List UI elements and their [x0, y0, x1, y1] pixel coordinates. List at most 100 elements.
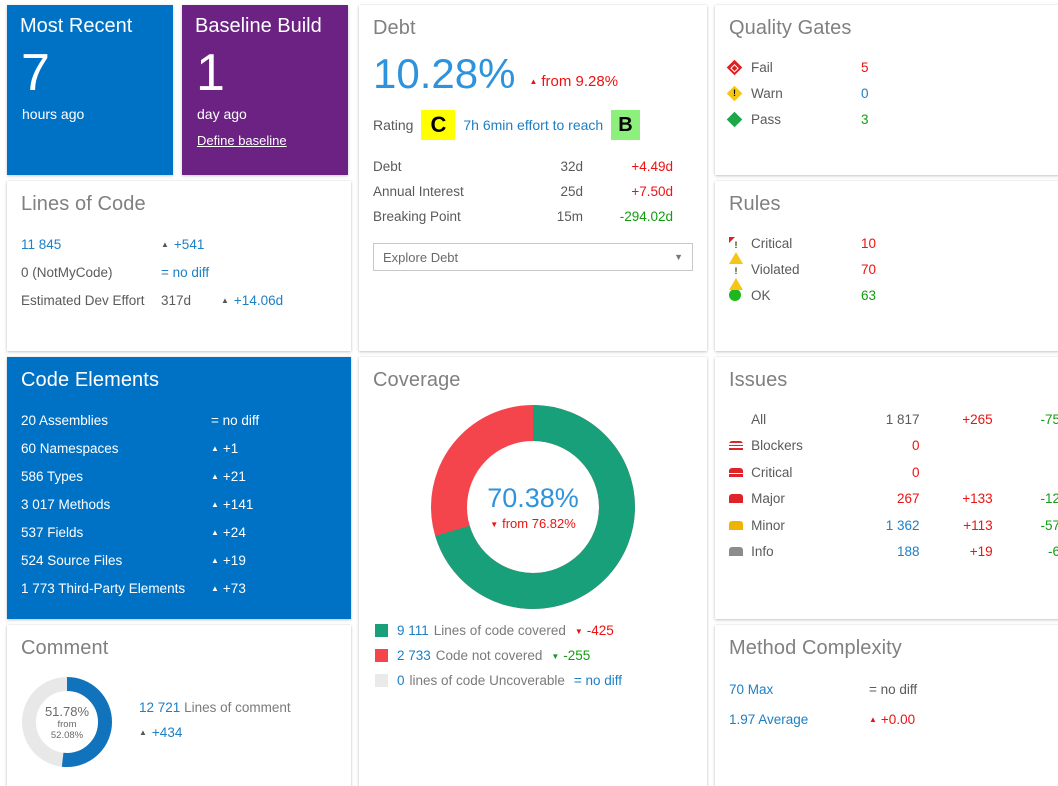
baseline-build-value: 1: [182, 38, 348, 99]
comment-lines-count[interactable]: 12 721: [139, 700, 180, 715]
issues-count[interactable]: 1 817: [852, 412, 919, 427]
rating-current-badge: C: [421, 110, 455, 140]
comment-delta: +434: [139, 725, 291, 740]
comment-body: 51.78% from 52.08% 12 721 Lines of comme…: [7, 660, 351, 770]
legend-swatch-uncoverable-icon: [375, 674, 388, 687]
loc-total-value[interactable]: 11 845: [21, 237, 161, 252]
quality-gate-label: Warn: [751, 86, 861, 101]
issues-count[interactable]: 1 362: [852, 518, 919, 533]
table-row[interactable]: Blockers 0: [729, 433, 1058, 460]
code-element-delta: +24: [211, 525, 246, 540]
table-row[interactable]: ! Violated 70: [729, 256, 1058, 282]
quality-gate-value[interactable]: 5: [861, 60, 905, 75]
explore-debt-dropdown[interactable]: Explore Debt ▼: [373, 243, 693, 271]
table-row[interactable]: 1.97 Average +0.00: [729, 704, 1046, 734]
code-element-label[interactable]: 586 Types: [21, 469, 211, 484]
legend-covered-count[interactable]: 9 111: [397, 623, 429, 638]
quality-gate-label: Fail: [751, 60, 861, 75]
table-row[interactable]: ! Warn 0: [729, 80, 1058, 106]
legend-notcovered-count[interactable]: 2 733: [397, 648, 431, 663]
debt-card: Debt 10.28% from 9.28% Rating C 7h 6min …: [359, 5, 707, 351]
most-recent-title: Most Recent: [7, 5, 173, 38]
ok-circle-icon: [729, 289, 751, 301]
lines-of-code-card: Lines of Code 11 845 +541 0 (NotMyCode) …: [7, 181, 351, 351]
most-recent-unit: hours ago: [7, 99, 173, 122]
explore-debt-label: Explore Debt: [383, 250, 458, 265]
table-row[interactable]: Breaking Point 15m -294.02d: [373, 204, 693, 229]
method-complexity-title: Method Complexity: [715, 625, 1058, 660]
table-row[interactable]: 537 Fields +24: [21, 518, 337, 546]
comment-lines-row[interactable]: 12 721 Lines of comment: [139, 700, 291, 715]
comment-percent: 51.78%: [45, 704, 89, 719]
code-element-label[interactable]: 1 773 Third-Party Elements: [21, 581, 211, 596]
table-row[interactable]: ! Critical 10: [729, 230, 1058, 256]
table-row[interactable]: 70 Max no diff: [729, 674, 1046, 704]
debt-row-delta: +4.49d: [583, 159, 673, 174]
table-row[interactable]: Info 188 +19 -6: [729, 539, 1058, 566]
table-row[interactable]: 3 017 Methods +141: [21, 490, 337, 518]
issues-count[interactable]: 0: [852, 465, 919, 480]
coverage-donut-chart[interactable]: 70.38% from 76.82%: [359, 392, 707, 610]
table-row[interactable]: 20 Assemblies no diff: [21, 406, 337, 434]
table-row[interactable]: Major 267 +133 -12: [729, 486, 1058, 513]
comment-donut-chart[interactable]: 51.78% from 52.08%: [19, 674, 115, 770]
table-row[interactable]: 586 Types +21: [21, 462, 337, 490]
table-row[interactable]: Debt 32d +4.49d: [373, 154, 693, 179]
table-row[interactable]: 524 Source Files +19: [21, 546, 337, 574]
code-element-label[interactable]: 3 017 Methods: [21, 497, 211, 512]
issues-count[interactable]: 188: [852, 544, 919, 559]
comment-title: Comment: [7, 625, 351, 660]
issues-count[interactable]: 267: [852, 491, 919, 506]
code-element-label[interactable]: 60 Namespaces: [21, 441, 211, 456]
define-baseline-link[interactable]: Define baseline: [182, 122, 287, 148]
list-item[interactable]: 2 733 Code not covered -255: [375, 643, 707, 668]
rules-title: Rules: [715, 181, 1058, 216]
rules-value[interactable]: 10: [861, 236, 905, 251]
complexity-max-delta: no diff: [869, 682, 917, 697]
lines-of-code-rows: 11 845 +541 0 (NotMyCode) no diff Estima…: [7, 216, 351, 314]
issues-card: Issues All 1 817 +265 -75 Blockers 0: [715, 357, 1058, 619]
legend-swatch-covered-icon: [375, 624, 388, 637]
issues-count[interactable]: 0: [852, 438, 919, 453]
table-row[interactable]: Fail 5: [729, 54, 1058, 80]
table-row[interactable]: Annual Interest 25d +7.50d: [373, 179, 693, 204]
table-row[interactable]: 1 773 Third-Party Elements +73: [21, 574, 337, 602]
table-row[interactable]: All 1 817 +265 -75: [729, 406, 1058, 433]
rules-label: Critical: [751, 236, 861, 251]
table-row[interactable]: Estimated Dev Effort 317d +14.06d: [21, 286, 337, 314]
code-element-label[interactable]: 20 Assemblies: [21, 413, 211, 428]
table-row[interactable]: 11 845 +541: [21, 230, 337, 258]
debt-row-label: Breaking Point: [373, 209, 528, 224]
table-row[interactable]: OK 63: [729, 282, 1058, 308]
rules-value[interactable]: 70: [861, 262, 905, 277]
rules-value[interactable]: 63: [861, 288, 905, 303]
chevron-down-icon: ▼: [674, 252, 683, 262]
issues-added: +133: [920, 491, 993, 506]
violated-warning-icon: !: [729, 263, 751, 276]
baseline-build-tile[interactable]: Baseline Build 1 day ago Define baseline: [182, 5, 348, 175]
legend-uncoverable-count[interactable]: 0: [397, 673, 405, 688]
code-element-delta: no diff: [211, 413, 259, 428]
debt-effort-text[interactable]: 7h 6min effort to reach: [463, 117, 603, 133]
table-row[interactable]: Critical 0: [729, 459, 1058, 486]
table-row[interactable]: Pass 3: [729, 106, 1058, 132]
rules-label: Violated: [751, 262, 861, 277]
quality-gate-value[interactable]: 0: [861, 86, 905, 101]
debt-percent[interactable]: 10.28%: [373, 50, 515, 98]
list-item[interactable]: 9 111 Lines of code covered -425: [375, 618, 707, 643]
most-recent-tile[interactable]: Most Recent 7 hours ago: [7, 5, 173, 175]
code-elements-title: Code Elements: [7, 357, 351, 392]
table-row[interactable]: 60 Namespaces +1: [21, 434, 337, 462]
quality-gate-value[interactable]: 3: [861, 112, 905, 127]
table-row[interactable]: 0 (NotMyCode) no diff: [21, 258, 337, 286]
baseline-build-unit: day ago: [182, 99, 348, 122]
table-row[interactable]: Minor 1 362 +113 -57: [729, 512, 1058, 539]
code-element-label[interactable]: 537 Fields: [21, 525, 211, 540]
complexity-avg-label[interactable]: 1.97 Average: [729, 712, 869, 727]
complexity-max-label[interactable]: 70 Max: [729, 682, 869, 697]
lines-of-code-title: Lines of Code: [7, 181, 351, 216]
issues-label: Info: [751, 544, 852, 559]
code-element-label[interactable]: 524 Source Files: [21, 553, 211, 568]
list-item[interactable]: 0 lines of code Uncoverable no diff: [375, 668, 707, 693]
coverage-legend: 9 111 Lines of code covered -425 2 733 C…: [359, 610, 707, 693]
